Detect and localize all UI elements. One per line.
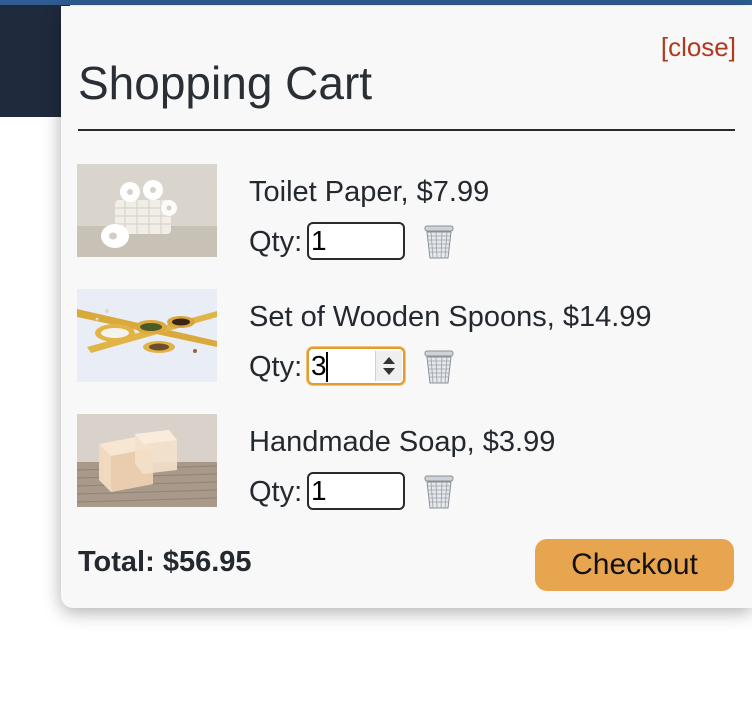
decrement-arrow-icon[interactable] (383, 368, 395, 375)
trash-can-icon[interactable] (422, 349, 456, 385)
quantity-stepper[interactable] (375, 351, 402, 381)
increment-arrow-icon[interactable] (383, 357, 395, 364)
title-divider (78, 129, 735, 131)
handmade-soap-photo (77, 414, 217, 507)
panel-title: Shopping Cart (78, 57, 373, 109)
qty-label: Qty: (249, 226, 303, 258)
background-navbar (0, 5, 70, 117)
shopping-cart-panel: [close] Shopping Cart Toilet Paper, $7.9… (61, 6, 752, 608)
cart-item: Set of Wooden Spoons, $14.99 Qty: (77, 289, 737, 385)
qty-label: Qty: (249, 351, 303, 383)
quantity-input[interactable] (307, 222, 405, 260)
item-title: Toilet Paper, $7.99 (249, 176, 490, 208)
quantity-input[interactable] (307, 472, 405, 510)
checkout-button[interactable]: Checkout (535, 539, 734, 591)
wooden-spoons-photo (77, 289, 217, 382)
item-title: Set of Wooden Spoons, $14.99 (249, 301, 652, 333)
close-link[interactable]: [close] (661, 32, 736, 63)
trash-can-icon[interactable] (422, 224, 456, 260)
item-title: Handmade Soap, $3.99 (249, 426, 556, 458)
toilet-paper-photo (77, 164, 217, 257)
cart-item: Toilet Paper, $7.99 Qty: (77, 164, 737, 260)
text-caret (326, 352, 328, 382)
cart-total: Total: $56.95 (78, 546, 252, 578)
qty-label: Qty: (249, 476, 303, 508)
trash-can-icon[interactable] (422, 474, 456, 510)
top-accent-bar (0, 0, 752, 5)
cart-item: Handmade Soap, $3.99 Qty: (77, 414, 737, 510)
